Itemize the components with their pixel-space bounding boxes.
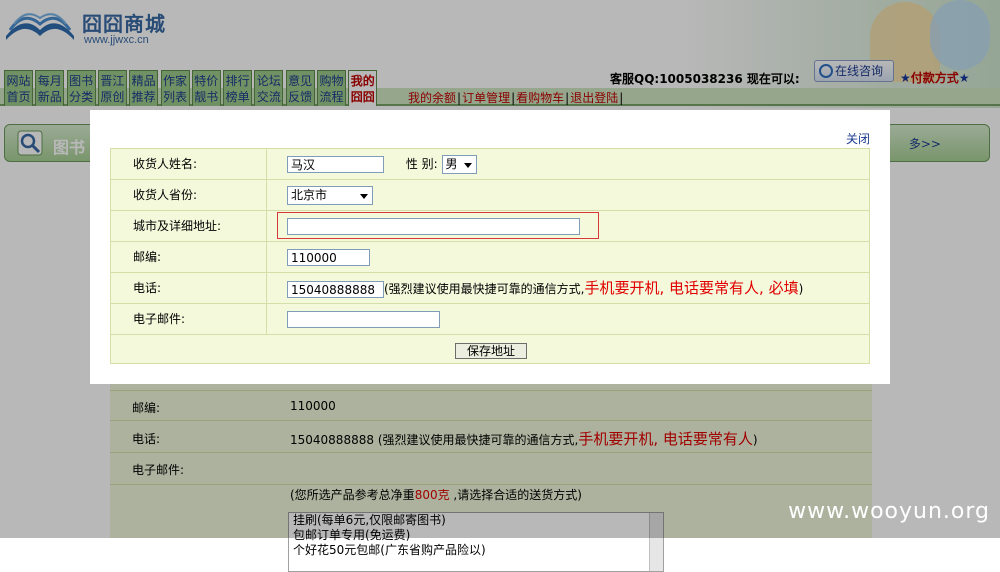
chevron-down-icon [360,194,368,199]
phone-label: 电话: [111,273,267,303]
gender-select[interactable]: 男 [441,155,477,174]
phone-input[interactable] [287,281,384,298]
name-row: 收货人姓名: 性 别: 男 [111,149,869,180]
address-label: 城市及详细地址: [111,211,267,241]
province-label: 收货人省份: [111,180,267,210]
email-input[interactable] [287,311,440,328]
email-cell [287,304,440,334]
gender-label: 性 别: [405,157,438,171]
save-address-button[interactable]: 保存地址 [455,343,527,359]
name-cell: 性 别: 男 [287,149,477,179]
postcode-label: 邮编: [111,242,267,272]
watermark: www.wooyun.org [788,499,990,524]
gender-selected: 男 [445,157,458,171]
postcode-cell [287,242,370,272]
phone-hot-note: 手机要开机, 电话要常有人, 必填 [584,279,799,297]
province-select[interactable]: 北京市 [287,186,373,205]
email-label: 电子邮件: [111,304,267,334]
phone-note: (强烈建议使用最快捷可靠的通信方式, [384,282,585,296]
province-row: 收货人省份: 北京市 [111,180,869,211]
recipient-name-input[interactable] [287,156,384,173]
email-row: 电子邮件: [111,304,869,335]
close-dialog-link[interactable]: 关闭 [846,130,870,147]
address-form: 收货人姓名: 性 别: 男 收货人省份: 北京市 城市及详细地址: 邮编: [110,148,870,364]
province-selected: 北京市 [291,188,328,202]
edit-address-dialog: 关闭 收货人姓名: 性 别: 男 收货人省份: 北京市 城市及详细地址: 邮编: [90,110,890,384]
address-field-highlight [277,212,599,239]
shipping-option[interactable]: 个好花50元包邮(广东省购产品险以) [293,543,663,558]
chevron-down-icon [463,163,472,168]
name-label: 收货人姓名: [111,149,267,179]
phone-note-close: ) [798,282,804,296]
postcode-row: 邮编: [111,242,869,273]
phone-row: 电话: (强烈建议使用最快捷可靠的通信方式,手机要开机, 电话要常有人, 必填) [111,273,869,304]
postcode-input[interactable] [287,249,370,266]
province-cell: 北京市 [287,180,373,210]
phone-cell: (强烈建议使用最快捷可靠的通信方式,手机要开机, 电话要常有人, 必填) [287,273,803,303]
